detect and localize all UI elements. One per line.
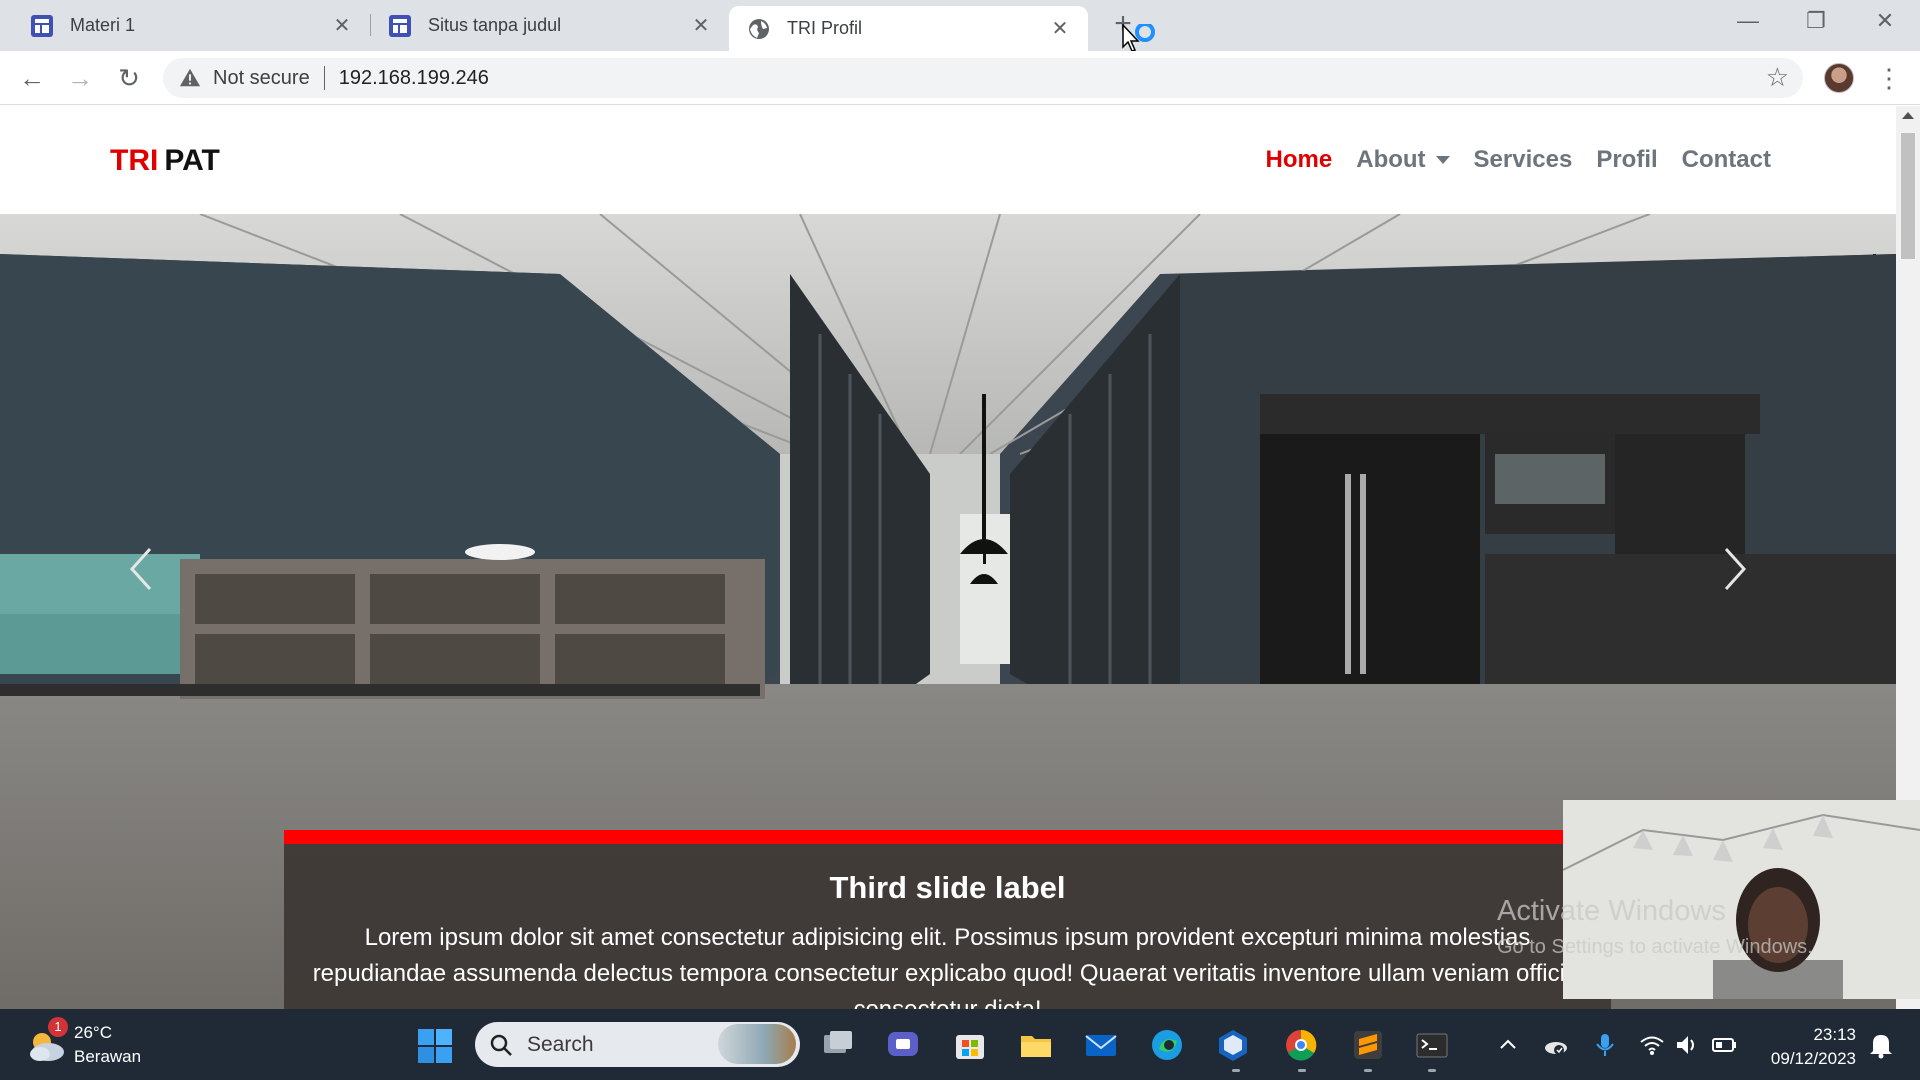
running-indicator [1298,1069,1306,1072]
url-text[interactable]: 192.168.199.246 [339,67,489,90]
sublime-text-icon[interactable] [1350,1027,1386,1063]
volume-icon[interactable] [1673,1031,1701,1059]
activate-windows-title: Activate Windows [1497,895,1726,927]
tab-title: TRI Profil [787,18,863,38]
notification-bell-icon[interactable] [1868,1031,1894,1059]
site-navbar: TRI PAT Home About Services Profil Contac… [0,106,1896,214]
tab-title: Situs tanpa judul [428,15,562,35]
weather-widget[interactable]: 1 26°C Berawan [26,1017,141,1069]
nav-about[interactable]: About [1356,146,1450,174]
back-button[interactable]: ← [17,63,47,93]
clock-time: 23:13 [1813,1025,1856,1044]
sites-icon [389,14,411,37]
brand-part-2: PAT [164,144,220,177]
site-brand[interactable]: TRI PAT [110,144,220,178]
nav-services[interactable]: Services [1474,146,1573,174]
nav-home[interactable]: Home [1266,146,1333,174]
weather-text: 26°C Berawan [74,1021,141,1069]
globe-icon [749,18,769,39]
caption-title: Third slide label [829,870,1066,905]
browser-tabstrip: Materi 1 ✕ Situs tanpa judul ✕ TRI Profi… [0,0,1920,52]
nav-contact[interactable]: Contact [1682,146,1771,174]
chrome-icon[interactable] [1283,1027,1319,1063]
close-icon[interactable]: ✕ [689,13,713,38]
search-highlight-image [718,1024,796,1064]
windows-taskbar: 1 26°C Berawan Search 23:13 09/12/2023 [0,1009,1920,1080]
profile-avatar[interactable] [1824,63,1854,93]
taskbar-clock[interactable]: 23:13 09/12/2023 [1760,1023,1856,1071]
sites-icon [31,14,53,37]
running-indicator [1364,1069,1372,1072]
close-icon[interactable]: ✕ [330,13,354,38]
forward-button[interactable]: → [65,63,95,93]
address-bar[interactable]: Not secure 192.168.199.246 ☆ [163,58,1803,98]
security-label[interactable]: Not secure [213,67,310,90]
teams-chat-icon[interactable] [885,1027,921,1063]
weather-badge: 1 [48,1017,68,1037]
bookmark-star-icon[interactable]: ☆ [1766,62,1789,93]
edge-icon[interactable] [1149,1027,1185,1063]
carousel-caption: Third slide label Lorem ipsum dolor sit … [284,830,1611,1009]
weather-temp: 26°C [74,1023,112,1042]
browser-toolbar: ← → ↻ Not secure 192.168.199.246 ☆ ⋮ [0,51,1920,105]
activate-windows-subtitle: Go to Settings to activate Windows. [1497,936,1813,958]
search-placeholder: Search [527,1032,594,1056]
chevron-up-icon[interactable] [1494,1031,1522,1059]
close-icon[interactable]: ✕ [1048,16,1072,41]
wifi-icon[interactable] [1638,1031,1666,1059]
nav-profil-label: Profil [1596,146,1658,173]
nav-profil[interactable]: Profil [1596,146,1657,174]
tab-title: Materi 1 [70,15,136,35]
nav-home-label: Home [1265,146,1333,173]
omnibox-divider [323,66,325,90]
site-nav: Home About Services Profil Contact [1266,146,1771,174]
nav-contact-label: Contact [1681,146,1771,173]
restore-button[interactable]: ❐ [1796,8,1836,34]
browser-menu-button[interactable]: ⋮ [1876,63,1902,93]
tab-situs-tanpa-judul[interactable]: Situs tanpa judul ✕ [370,0,729,51]
clock-date: 09/12/2023 [1770,1049,1856,1068]
chevron-down-icon [1435,156,1450,164]
tab-materi-1[interactable]: Materi 1 ✕ [0,0,370,51]
reload-button[interactable]: ↻ [114,63,144,93]
scrollbar-thumb[interactable] [1901,133,1915,259]
microsoft-store-icon[interactable] [952,1027,988,1063]
scroll-up-icon[interactable] [1902,112,1914,119]
nav-about-label: About [1356,146,1426,173]
tab-tri-profil[interactable]: TRI Profil ✕ [729,6,1088,51]
caption-text: Lorem ipsum dolor sit amet consectetur a… [312,924,1583,1009]
onedrive-icon[interactable] [1542,1031,1570,1059]
close-window-button[interactable]: ✕ [1865,8,1905,34]
terminal-icon[interactable] [1414,1027,1450,1063]
mail-icon[interactable] [1083,1027,1119,1063]
battery-icon[interactable] [1710,1031,1738,1059]
virtualbox-icon[interactable] [1215,1027,1251,1063]
minimize-button[interactable]: — [1728,8,1768,34]
nav-services-label: Services [1473,146,1573,173]
search-icon [490,1034,512,1056]
microphone-icon[interactable] [1591,1031,1619,1059]
weather-condition: Berawan [74,1047,142,1066]
windows-start-icon[interactable] [417,1028,453,1064]
running-indicator [1232,1069,1240,1072]
file-explorer-icon[interactable] [1018,1027,1054,1063]
running-indicator [1428,1069,1436,1072]
warning-icon [179,68,201,87]
taskbar-search[interactable]: Search [475,1022,800,1067]
task-view-icon[interactable] [820,1027,856,1063]
carousel-next-button[interactable] [1714,634,1754,694]
carousel-prev-button[interactable] [120,634,160,694]
brand-part-1: TRI [110,144,159,177]
